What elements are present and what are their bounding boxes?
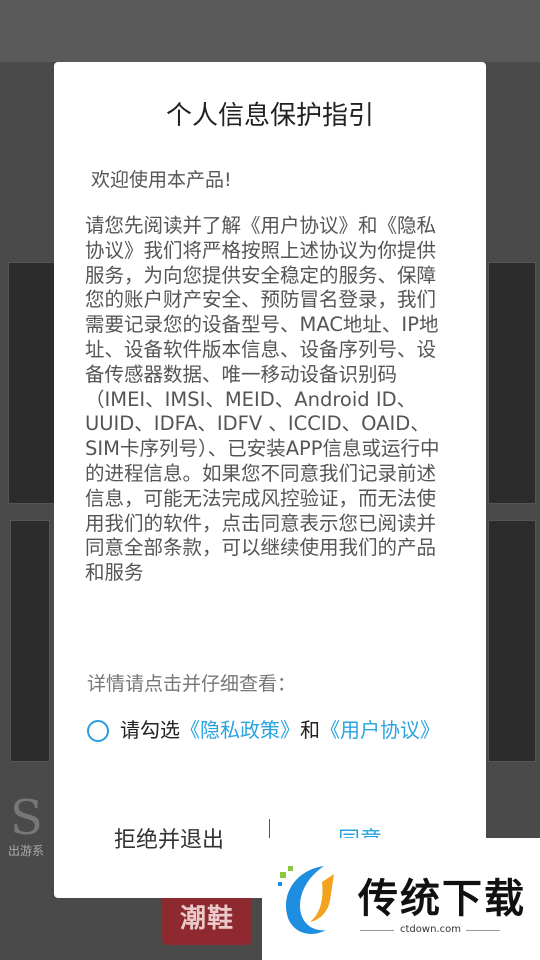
privacy-policy-link[interactable]: 《隐私政策》: [180, 718, 300, 742]
background-photo: [10, 520, 50, 762]
watermark-url: ctdown.com: [400, 924, 461, 935]
watermark-rule: [466, 930, 500, 931]
background-caption: 出游系: [8, 844, 45, 858]
background-badge: 潮鞋: [162, 893, 252, 945]
background-letter: S: [10, 790, 43, 846]
background-header: [0, 0, 540, 62]
details-hint: 详情请点击并仔细查看：: [87, 673, 297, 695]
dialog-title: 个人信息保护指引: [165, 101, 374, 131]
consent-radio[interactable]: [87, 720, 109, 742]
user-agreement-link[interactable]: 《用户协议》: [320, 718, 440, 742]
consent-conjunction: 和: [300, 718, 320, 742]
watermark-logo-icon: [278, 866, 334, 934]
consent-text: 请勾选《隐私政策》和《用户协议》: [120, 718, 440, 742]
policy-body-text: 请您先阅读并了解《用户协议》和《隐私协议》我们将严格按照上述协议为你提供服务，为…: [85, 214, 440, 585]
watermark-name: 传统下载: [358, 876, 526, 922]
welcome-text: 欢迎使用本产品!: [91, 169, 232, 191]
reject-exit-button[interactable]: 拒绝并退出: [114, 822, 224, 854]
watermark: 传统下载 ctdown.com: [262, 838, 540, 960]
privacy-dialog: 个人信息保护指引 欢迎使用本产品! 请您先阅读并了解《用户协议》和《隐私协议》我…: [54, 62, 486, 898]
consent-prefix: 请勾选: [120, 718, 180, 742]
background-photo: [488, 262, 536, 504]
background-photo: [488, 520, 536, 762]
watermark-rule: [360, 930, 394, 931]
